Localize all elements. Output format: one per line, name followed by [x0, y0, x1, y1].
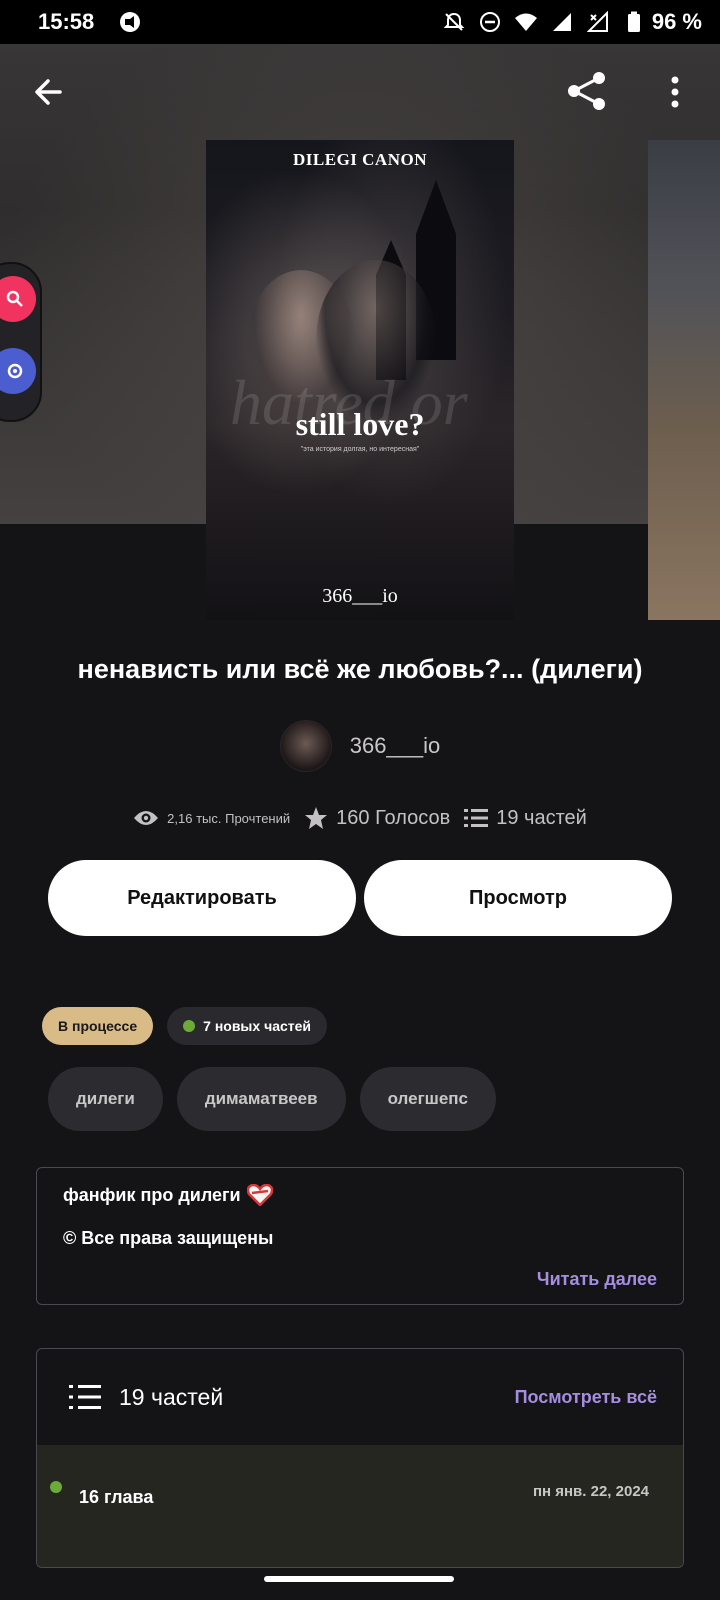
- votes-count: 160 Голосов: [336, 806, 451, 829]
- more-vertical-icon: [671, 76, 679, 108]
- cover-bottom-text: 366___io: [322, 585, 398, 607]
- view-button[interactable]: Просмотр: [364, 860, 672, 936]
- parts-stat: 19 частей: [464, 807, 587, 830]
- table-of-contents-icon: [69, 1385, 101, 1409]
- new-parts-badge: 7 новых частей: [167, 1007, 328, 1045]
- chapter-row[interactable]: 16 глава пн янв. 22, 2024: [37, 1445, 683, 1567]
- arrow-left-icon: [35, 79, 62, 105]
- description-card: фанфик про дилеги © Все права защищены Ч…: [36, 1167, 684, 1305]
- cover-top-text: DILEGI CANON: [293, 150, 427, 169]
- floating-tools-pill: [0, 262, 42, 422]
- tag-chip[interactable]: димаматвеев: [176, 1067, 346, 1131]
- search-tool-button[interactable]: [0, 276, 36, 322]
- heart-icon: [246, 1184, 273, 1206]
- status-badge: В процессе: [42, 1007, 154, 1045]
- story-cover[interactable]: hatred or DILEGI CANON still love? "эта …: [206, 140, 514, 620]
- parts-count: 19 частей: [496, 806, 587, 829]
- new-indicator-dot: [183, 1020, 196, 1032]
- next-cover-preview[interactable]: [648, 140, 720, 620]
- signal-icon: [550, 10, 574, 34]
- toolbar: [0, 62, 720, 122]
- description-line-2: © Все права защищены: [63, 1228, 274, 1248]
- signal-no-service-icon: [586, 10, 610, 34]
- tags-row: дилеги димаматвеев олегшепс: [48, 1067, 497, 1131]
- parts-card: 19 частей Посмотреть всё 16 глава пн янв…: [36, 1348, 684, 1568]
- read-more-link[interactable]: Читать далее: [537, 1269, 657, 1290]
- author-row[interactable]: 366___io: [0, 720, 720, 772]
- home-indicator[interactable]: [264, 1576, 454, 1582]
- battery-icon: [622, 10, 646, 34]
- status-bar: 15:58 96 %: [0, 0, 720, 44]
- status-time: 15:58: [38, 9, 95, 34]
- media-record-icon: [118, 10, 142, 34]
- action-buttons: Редактировать Просмотр: [48, 860, 672, 936]
- wifi-icon: [514, 10, 538, 34]
- battery-level: 96 %: [651, 9, 702, 34]
- more-options-button[interactable]: [660, 72, 690, 112]
- tag-chip[interactable]: дилеги: [48, 1067, 163, 1131]
- cover-main-text: still love?: [295, 406, 425, 442]
- status-badges: В процессе 7 новых частей: [42, 1007, 328, 1045]
- do-not-disturb-icon: [478, 10, 502, 34]
- edit-button[interactable]: Редактировать: [48, 860, 356, 936]
- chapter-date: пн янв. 22, 2024: [532, 1483, 649, 1500]
- target-icon: [7, 363, 23, 379]
- share-icon: [568, 72, 605, 110]
- reads-stat: 2,16 тыс. Прочтений: [133, 808, 290, 828]
- parts-header: 19 частей Посмотреть всё: [37, 1349, 683, 1445]
- star-icon: [305, 807, 328, 829]
- assist-tool-button[interactable]: [0, 348, 36, 394]
- avatar[interactable]: [279, 720, 332, 772]
- see-all-link[interactable]: Посмотреть всё: [515, 1387, 657, 1408]
- list-icon: [464, 809, 489, 827]
- description-line-1: фанфик про дилеги: [63, 1184, 657, 1206]
- new-chapter-dot: [50, 1481, 62, 1493]
- search-icon: [6, 290, 23, 307]
- bell-off-icon: [442, 10, 466, 34]
- eye-icon: [134, 811, 159, 825]
- back-button[interactable]: [30, 72, 70, 112]
- story-stats: 2,16 тыс. Прочтений 160 Голосов 19 часте…: [0, 806, 720, 830]
- chapter-title: 16 глава: [79, 1487, 154, 1507]
- cover-tagline: "эта история долгая, но интересная": [300, 446, 420, 453]
- author-name[interactable]: 366___io: [350, 733, 441, 759]
- votes-stat: 160 Голосов: [304, 806, 450, 830]
- story-title: ненависть или всё же любовь?... (дилеги): [77, 654, 643, 684]
- parts-card-count: 19 частей: [119, 1383, 224, 1410]
- reads-count: 2,16 тыс. Прочтений: [167, 810, 291, 826]
- share-button[interactable]: [564, 68, 610, 114]
- tag-chip[interactable]: олегшепс: [359, 1067, 497, 1131]
- new-parts-label: 7 новых частей: [203, 1018, 312, 1034]
